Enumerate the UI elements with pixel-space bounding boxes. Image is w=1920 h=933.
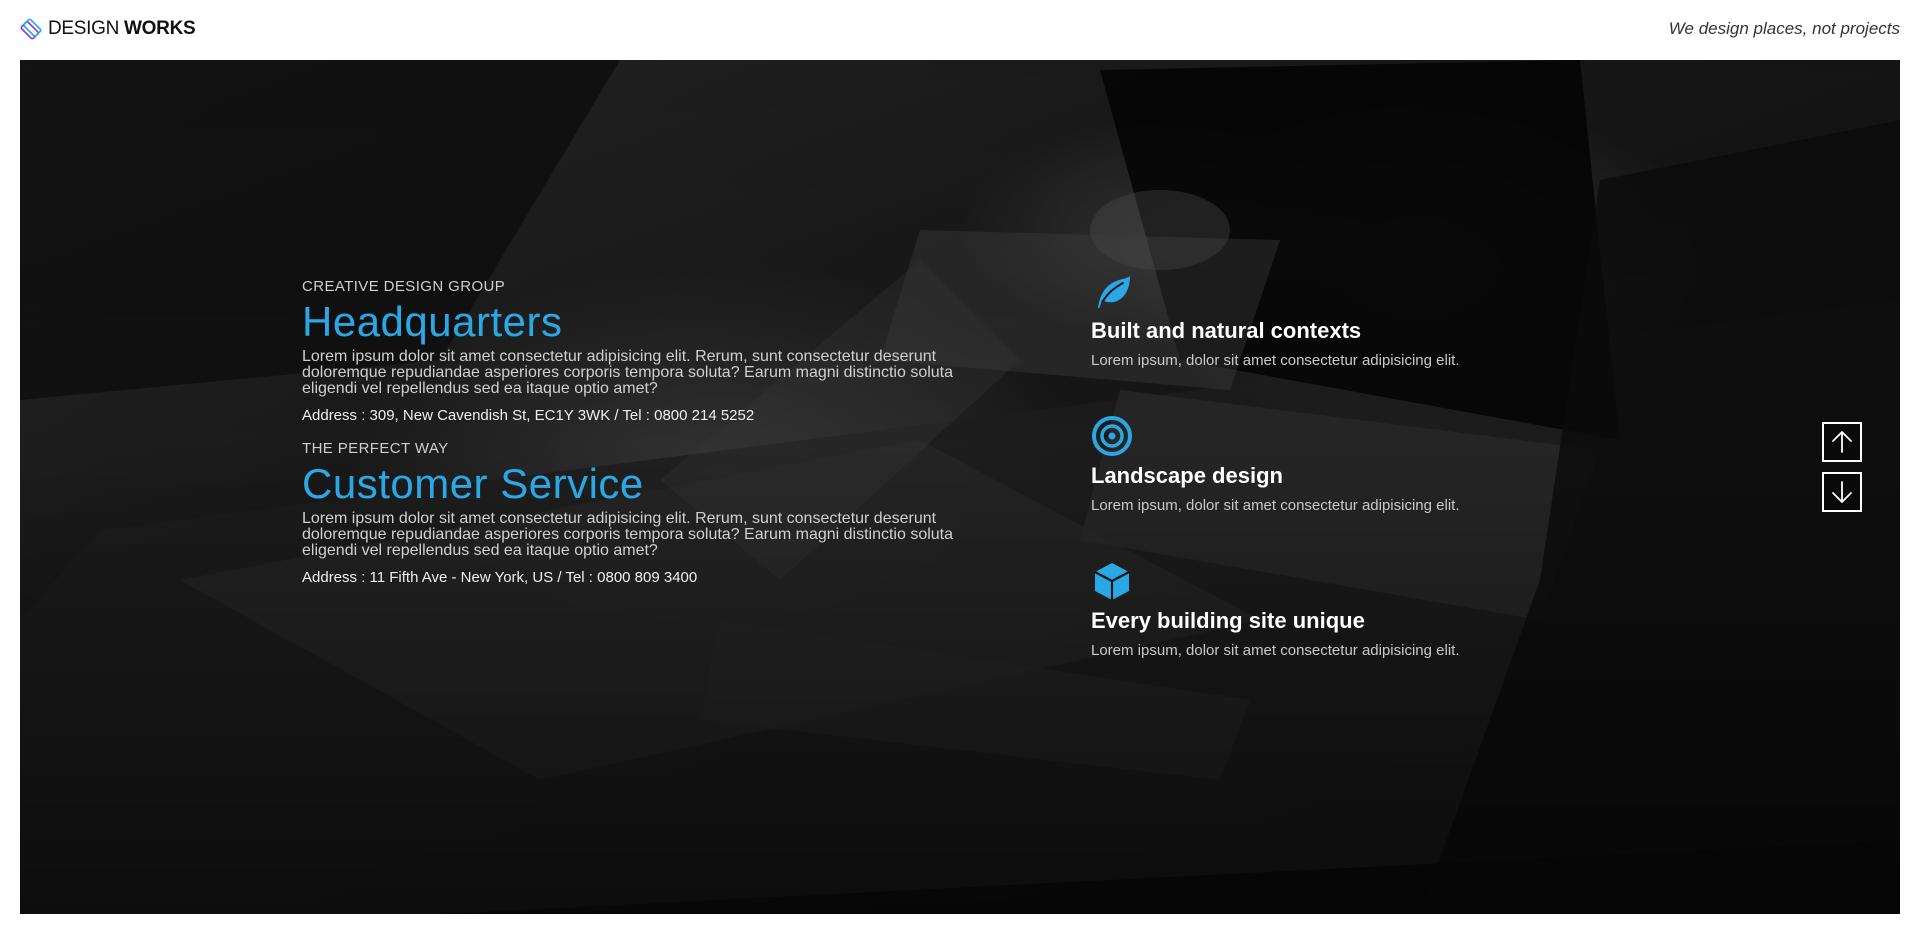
location-address: Address : 11 Fifth Ave - New York, US / … xyxy=(302,569,698,586)
feature-item: Every building site unique Lorem ipsum, … xyxy=(1091,560,1611,705)
feature-item: Landscape design Lorem ipsum, dolor sit … xyxy=(1091,415,1611,560)
features-list: Built and natural contexts Lorem ipsum, … xyxy=(1091,270,1611,705)
cube-icon xyxy=(1094,563,1130,600)
brand-name-bold: WORKS xyxy=(124,18,196,39)
feature-title: Every building site unique xyxy=(1091,608,1365,633)
tagline: We design places, not projects xyxy=(1668,19,1900,38)
feature-item: Built and natural contexts Lorem ipsum, … xyxy=(1091,270,1611,415)
feature-description: Lorem ipsum, dolor sit amet consectetur … xyxy=(1091,497,1460,514)
location-customer-service: THE PERFECT WAY Customer Service Lorem i… xyxy=(302,440,1022,586)
target-icon xyxy=(1092,416,1132,456)
feature-description: Lorem ipsum, dolor sit amet consectetur … xyxy=(1091,352,1460,369)
scroll-down-button[interactable] xyxy=(1822,472,1862,512)
location-description: Lorem ipsum dolor sit amet consectetur a… xyxy=(302,348,954,397)
leaf-icon xyxy=(1098,276,1130,308)
arrow-up-icon xyxy=(1832,431,1852,453)
location-address: Address : 309, New Cavendish St, EC1Y 3W… xyxy=(302,407,755,424)
locations-column: CREATIVE DESIGN GROUP Headquarters Lorem… xyxy=(302,278,1022,602)
location-kicker: CREATIVE DESIGN GROUP xyxy=(302,278,506,295)
feature-title: Built and natural contexts xyxy=(1091,318,1362,343)
feature-description: Lorem ipsum, dolor sit amet consectetur … xyxy=(1091,642,1460,659)
arrow-down-icon xyxy=(1832,481,1852,503)
brand-logo-icon xyxy=(20,18,42,40)
location-description: Lorem ipsum dolor sit amet consectetur a… xyxy=(302,510,954,559)
hero-section: CREATIVE DESIGN GROUP Headquarters Lorem… xyxy=(20,60,1900,914)
location-title: Headquarters xyxy=(302,298,563,345)
top-bar: DESIGN WORKS We design places, not proje… xyxy=(0,0,1920,60)
location-headquarters: CREATIVE DESIGN GROUP Headquarters Lorem… xyxy=(302,278,1022,424)
section-nav xyxy=(1822,422,1862,522)
feature-title: Landscape design xyxy=(1091,463,1283,488)
brand-name-light: DESIGN xyxy=(48,18,120,39)
location-title: Customer Service xyxy=(302,460,644,507)
brand-name: DESIGN WORKS xyxy=(48,18,196,40)
location-kicker: THE PERFECT WAY xyxy=(302,440,449,457)
brand-logo-link[interactable]: DESIGN WORKS xyxy=(20,16,196,42)
scroll-up-button[interactable] xyxy=(1822,422,1862,462)
